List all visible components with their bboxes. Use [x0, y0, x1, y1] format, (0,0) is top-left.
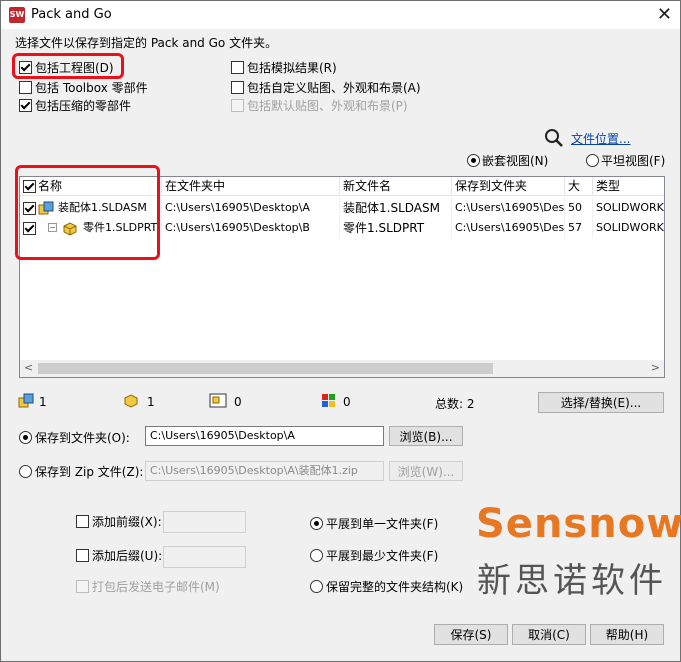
part-count-icon: [124, 394, 138, 408]
include-suppressed-label: 包括压缩的零部件: [35, 99, 132, 113]
suffix-input[interactable]: [163, 546, 246, 568]
solidworks-app-icon: SW: [9, 7, 25, 23]
column-header-size[interactable]: 大: [565, 177, 593, 196]
save-to-folder-label: 保存到文件夹(O):: [35, 431, 130, 445]
search-icon: [545, 129, 563, 147]
row-save-to[interactable]: C:\Users\16905\Deskt: [452, 198, 565, 218]
window-title: Pack and Go: [31, 7, 112, 22]
include-custom-decals-label: 包括自定义贴图、外观和布景(A): [247, 81, 421, 95]
drawing-count: 0: [234, 395, 242, 409]
watermark-brand-cn: 新思诺软件: [477, 561, 667, 601]
row-new-name[interactable]: 零件1.SLDPRT: [340, 218, 452, 238]
prefix-input[interactable]: [163, 511, 246, 533]
add-prefix-checkbox[interactable]: [76, 515, 89, 528]
highlight-box-name-column: [15, 165, 160, 260]
save-to-zip-label: 保存到 Zip 文件(Z):: [35, 465, 144, 479]
send-email-checkbox[interactable]: [76, 580, 89, 593]
include-simulation-label: 包括模拟结果(R): [247, 61, 337, 75]
column-header-new-name[interactable]: 新文件名: [340, 177, 452, 196]
include-suppressed-checkbox[interactable]: [19, 99, 32, 112]
keep-structure-radio[interactable]: [310, 580, 323, 593]
other-files-icon: [322, 394, 335, 407]
save-to-folder-input[interactable]: C:\Users\16905\Desktop\A: [145, 426, 384, 446]
nested-view-radio[interactable]: [467, 154, 480, 167]
save-to-folder-radio[interactable]: [19, 431, 32, 444]
nested-view-label: 嵌套视图(N): [482, 154, 549, 168]
browse-zip-button[interactable]: 浏览(W)...: [389, 461, 463, 481]
part-count: 1: [147, 395, 155, 409]
help-button[interactable]: 帮助(H): [590, 624, 664, 645]
drawing-count-icon: [209, 393, 227, 408]
watermark-brand: Sensnow: [476, 501, 681, 547]
column-header-type[interactable]: 类型: [593, 177, 664, 196]
column-header-save-to[interactable]: 保存到文件夹: [452, 177, 565, 196]
include-default-decals-label: 包括默认贴图、外观和布景(P): [247, 99, 408, 113]
assembly-count: 1: [39, 395, 47, 409]
file-location-link[interactable]: 文件位置...: [571, 130, 630, 147]
scroll-right-icon[interactable]: >: [651, 361, 660, 374]
add-suffix-label: 添加后缀(U):: [92, 549, 163, 563]
scroll-left-icon[interactable]: <: [24, 361, 33, 374]
row-save-to[interactable]: C:\Users\16905\Deskt: [452, 218, 565, 238]
include-custom-decals-checkbox[interactable]: [231, 81, 244, 94]
close-icon[interactable]: ✕: [657, 4, 672, 25]
row-in-folder: C:\Users\16905\Desktop\A: [162, 198, 340, 218]
row-type: SOLIDWORKS: [593, 198, 664, 218]
cancel-button[interactable]: 取消(C): [512, 624, 586, 645]
include-default-decals-checkbox[interactable]: [231, 99, 244, 112]
row-in-folder: C:\Users\16905\Desktop\B: [162, 218, 340, 238]
flatten-single-radio[interactable]: [310, 517, 323, 530]
horizontal-scrollbar[interactable]: < >: [20, 360, 664, 377]
save-to-zip-input[interactable]: C:\Users\16905\Desktop\A\装配体1.zip: [145, 461, 384, 481]
other-count: 0: [343, 395, 351, 409]
total-count: 总数: 2: [435, 397, 475, 411]
row-size: 57: [565, 218, 593, 238]
column-header-in-folder[interactable]: 在文件夹中: [162, 177, 340, 196]
flatten-single-label: 平展到单一文件夹(F): [326, 517, 439, 531]
select-replace-button[interactable]: 选择/替换(E)...: [538, 392, 664, 413]
include-simulation-checkbox[interactable]: [231, 61, 244, 74]
add-suffix-checkbox[interactable]: [76, 549, 89, 562]
scrollbar-thumb[interactable]: [38, 363, 493, 374]
flat-view-radio[interactable]: [586, 154, 599, 167]
keep-structure-label: 保留完整的文件夹结构(K): [326, 580, 464, 594]
row-size: 50: [565, 198, 593, 218]
row-type: SOLIDWORKS: [593, 218, 664, 238]
save-button[interactable]: 保存(S): [434, 624, 508, 645]
title-bar: SW Pack and Go ✕: [1, 1, 680, 29]
include-toolbox-checkbox[interactable]: [19, 81, 32, 94]
highlight-box-drawings: [12, 53, 124, 79]
pack-and-go-dialog: SW Pack and Go ✕ 选择文件以保存到指定的 Pack and Go…: [0, 0, 681, 662]
assembly-count-icon: [18, 393, 34, 408]
browse-folder-button[interactable]: 浏览(B)...: [389, 426, 463, 446]
flatten-fewest-radio[interactable]: [310, 549, 323, 562]
flat-view-label: 平坦视图(F): [601, 154, 666, 168]
row-new-name[interactable]: 装配体1.SLDASM: [340, 198, 452, 218]
flatten-fewest-label: 平展到最少文件夹(F): [326, 549, 439, 563]
save-to-zip-radio[interactable]: [19, 465, 32, 478]
include-toolbox-label: 包括 Toolbox 零部件: [35, 81, 148, 95]
instruction-text: 选择文件以保存到指定的 Pack and Go 文件夹。: [15, 36, 278, 50]
add-prefix-label: 添加前缀(X):: [92, 515, 162, 529]
send-email-label: 打包后发送电子邮件(M): [92, 580, 220, 594]
